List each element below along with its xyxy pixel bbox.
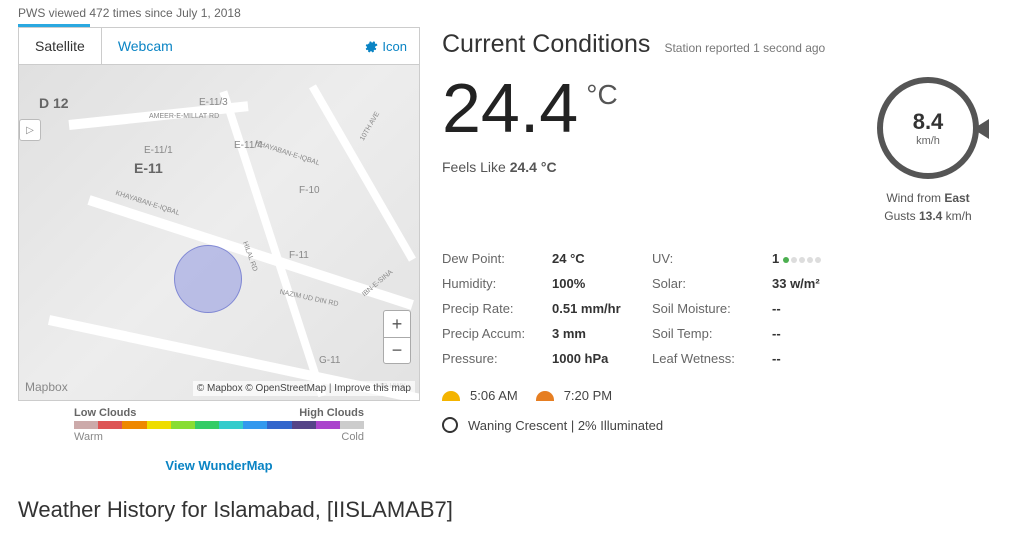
- gear-icon: [364, 39, 378, 53]
- leafwet-label: Leaf Wetness:: [652, 351, 772, 366]
- uv-value: 1: [772, 251, 852, 266]
- sunrise-icon: [442, 391, 460, 401]
- zoom-out[interactable]: −: [384, 337, 410, 363]
- humidity-label: Humidity:: [442, 276, 552, 291]
- soiltemp-value: --: [772, 326, 852, 341]
- attrib-improve[interactable]: Improve this map: [334, 383, 411, 394]
- map-attribution: © Mapbox © OpenStreetMap | Improve this …: [193, 381, 415, 396]
- dewpoint-value: 24 °C: [552, 251, 652, 266]
- weather-history-title: Weather History for Islamabad, [IISLAMAB…: [18, 497, 1003, 523]
- tab-satellite[interactable]: Satellite: [19, 28, 102, 64]
- icon-label: Icon: [382, 39, 407, 54]
- pressure-value: 1000 hPa: [552, 351, 652, 366]
- wind-from: Wind from East: [873, 189, 983, 207]
- preciprate-label: Precip Rate:: [442, 301, 552, 316]
- soilmoist-label: Soil Moisture:: [652, 301, 772, 316]
- map[interactable]: D 12 E-11 E-11/3 E-11/4 E-11/1 F-10 F-11…: [18, 65, 420, 401]
- precipaccum-label: Precip Accum:: [442, 326, 552, 341]
- spectrum: [74, 421, 364, 429]
- wind-compass: 8.4 km/h: [873, 73, 983, 183]
- moon-phase: Waning Crescent | 2% Illuminated: [442, 417, 1003, 433]
- zoom-controls: + −: [383, 310, 411, 364]
- sunset-time: 7:20 PM: [564, 388, 612, 403]
- sunrise-time: 5:06 AM: [470, 388, 518, 403]
- view-wundermap-link[interactable]: View WunderMap: [165, 458, 272, 473]
- current-conditions-title: Current Conditions: [442, 30, 650, 59]
- sun-times: 5:06 AM 7:20 PM: [442, 388, 1003, 403]
- leafwet-value: --: [772, 351, 852, 366]
- wind-gusts: Gusts 13.4 km/h: [873, 207, 983, 225]
- feels-like: Feels Like 24.4 °C: [442, 159, 618, 175]
- station-marker: [174, 245, 242, 313]
- soiltemp-label: Soil Temp:: [652, 326, 772, 341]
- solar-value: 33 w/m²: [772, 276, 852, 291]
- pws-viewed: PWS viewed 472 times since July 1, 2018: [18, 0, 1003, 24]
- solar-label: Solar:: [652, 276, 772, 291]
- mapbox-logo[interactable]: Mapbox: [25, 380, 68, 394]
- tab-icon-link[interactable]: Icon: [352, 39, 419, 54]
- precipaccum-value: 3 mm: [552, 326, 652, 341]
- dewpoint-label: Dew Point:: [442, 251, 552, 266]
- moon-icon: [442, 417, 458, 433]
- metrics-grid: Dew Point:24 °C UV:1 Humidity:100% Solar…: [442, 251, 1003, 366]
- sunset-icon: [536, 391, 554, 401]
- zoom-in[interactable]: +: [384, 311, 410, 337]
- attrib-osm[interactable]: © OpenStreetMap: [245, 383, 326, 394]
- cloud-legend: Low CloudsHigh Clouds WarmCold: [74, 407, 364, 443]
- station-reported: Station reported 1 second ago: [664, 41, 825, 55]
- humidity-value: 100%: [552, 276, 652, 291]
- tab-webcam[interactable]: Webcam: [102, 28, 189, 64]
- play-button[interactable]: ▷: [19, 119, 41, 141]
- attrib-mapbox[interactable]: © Mapbox: [197, 383, 243, 394]
- temperature: 24.4 °C: [442, 73, 618, 143]
- map-tabs: Satellite Webcam Icon: [18, 27, 420, 65]
- soilmoist-value: --: [772, 301, 852, 316]
- pressure-label: Pressure:: [442, 351, 552, 366]
- preciprate-value: 0.51 mm/hr: [552, 301, 652, 316]
- uv-label: UV:: [652, 251, 772, 266]
